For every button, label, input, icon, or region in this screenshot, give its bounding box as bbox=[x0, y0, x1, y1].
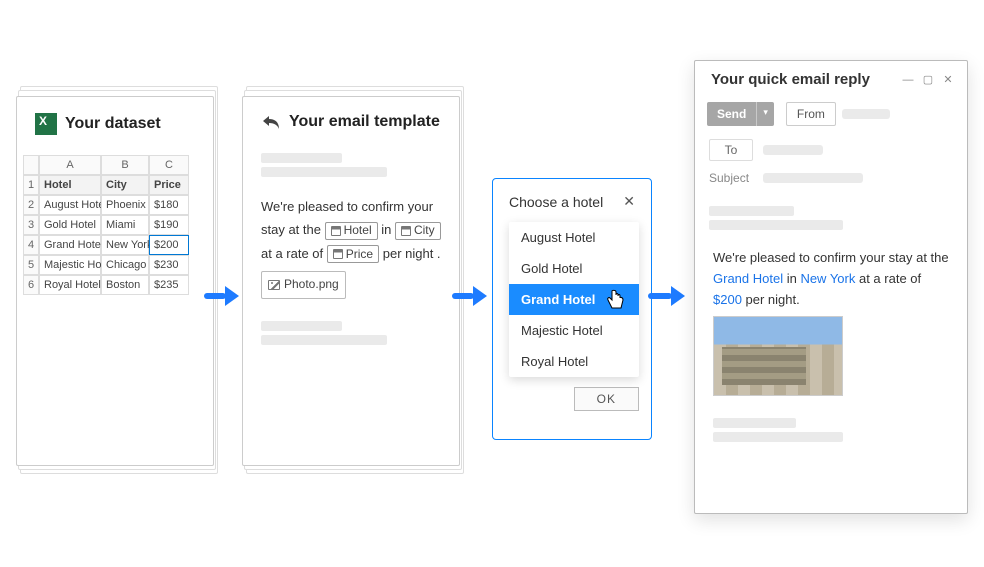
database-icon bbox=[401, 226, 411, 236]
header-price: Price bbox=[149, 175, 189, 195]
field-chip-price[interactable]: Price bbox=[327, 245, 379, 263]
template-text: in bbox=[381, 222, 395, 237]
col-head: B bbox=[101, 155, 149, 175]
cell-price[interactable]: $200 bbox=[149, 235, 189, 255]
arrow-2 bbox=[452, 286, 487, 306]
col-head: C bbox=[149, 155, 189, 175]
image-icon bbox=[268, 280, 280, 290]
dataset-title: Your dataset bbox=[65, 115, 161, 133]
placeholder-bar bbox=[709, 220, 843, 230]
header-hotel: Hotel bbox=[39, 175, 101, 195]
cell-price[interactable]: $180 bbox=[149, 195, 189, 215]
placeholder-bar bbox=[713, 418, 796, 428]
dataset-panel: Your dataset ABC 1HotelCityPrice 2August H… bbox=[16, 96, 214, 466]
row-head: 6 bbox=[23, 275, 39, 295]
price-link[interactable]: $200 bbox=[713, 292, 742, 307]
hotel-option[interactable]: August Hotel bbox=[509, 222, 639, 253]
excel-icon bbox=[35, 113, 57, 135]
database-icon bbox=[333, 249, 343, 259]
cell-price[interactable]: $190 bbox=[149, 215, 189, 235]
template-text: at a rate of bbox=[261, 246, 327, 261]
from-value-placeholder bbox=[842, 109, 890, 119]
close-icon[interactable]: ✕ bbox=[619, 191, 639, 212]
email-body-text: at a rate of bbox=[855, 271, 921, 286]
from-button[interactable]: From bbox=[786, 102, 836, 126]
hotel-option[interactable]: Grand Hotel bbox=[509, 284, 639, 315]
placeholder-bar bbox=[709, 206, 794, 216]
hotel-option[interactable]: Royal Hotel bbox=[509, 346, 639, 377]
cell-hotel[interactable]: August Hotel bbox=[39, 195, 101, 215]
template-title: Your email template bbox=[289, 113, 440, 131]
city-link[interactable]: New York bbox=[800, 271, 855, 286]
template-panel: Your email template We're pleased to con… bbox=[242, 96, 460, 466]
subject-value-placeholder bbox=[763, 173, 863, 183]
to-value-placeholder bbox=[763, 145, 823, 155]
cell-city[interactable]: Boston bbox=[101, 275, 149, 295]
hotel-option-list: August HotelGold HotelGrand Hotel Majest… bbox=[509, 222, 639, 377]
field-chip-hotel[interactable]: Hotel bbox=[325, 222, 378, 240]
cell-price[interactable]: $235 bbox=[149, 275, 189, 295]
photo-attachment-chip[interactable]: Photo.png bbox=[261, 271, 346, 299]
cell-price[interactable]: $230 bbox=[149, 255, 189, 275]
choose-hotel-dialog: Choose a hotel ✕ August HotelGold HotelG… bbox=[492, 178, 652, 440]
email-body-text: per night. bbox=[742, 292, 800, 307]
window-title: Your quick email reply bbox=[711, 71, 870, 88]
maximize-icon[interactable]: ▢ bbox=[921, 73, 935, 87]
template-text: per night . bbox=[383, 246, 441, 261]
hotel-photo bbox=[713, 316, 843, 396]
minimize-icon[interactable]: — bbox=[901, 73, 915, 87]
cell-hotel[interactable]: Majestic Hotel bbox=[39, 255, 101, 275]
to-button[interactable]: To bbox=[709, 139, 753, 161]
subject-label: Subject bbox=[709, 171, 753, 185]
row-head: 2 bbox=[23, 195, 39, 215]
row-head: 1 bbox=[23, 175, 39, 195]
header-city: City bbox=[101, 175, 149, 195]
cell-hotel[interactable]: Grand Hotel bbox=[39, 235, 101, 255]
cell-city[interactable]: Miami bbox=[101, 215, 149, 235]
hotel-option[interactable]: Gold Hotel bbox=[509, 253, 639, 284]
email-body-text: in bbox=[783, 271, 800, 286]
placeholder-bar bbox=[261, 321, 342, 331]
cursor-hand-icon bbox=[605, 288, 627, 315]
row-head: 4 bbox=[23, 235, 39, 255]
hotel-link[interactable]: Grand Hotel bbox=[713, 271, 783, 286]
database-icon bbox=[331, 226, 341, 236]
placeholder-bar bbox=[713, 432, 843, 442]
cell-hotel[interactable]: Gold Hotel bbox=[39, 215, 101, 235]
placeholder-bar bbox=[261, 335, 387, 345]
col-head: A bbox=[39, 155, 101, 175]
placeholder-bar bbox=[261, 167, 387, 177]
cell-hotel[interactable]: Royal Hotel bbox=[39, 275, 101, 295]
send-dropdown-icon[interactable]: ▾ bbox=[756, 102, 774, 126]
close-icon[interactable]: ✕ bbox=[941, 73, 955, 87]
placeholder-bar bbox=[261, 153, 342, 163]
email-body-text: We're pleased to confirm your stay at th… bbox=[713, 250, 949, 265]
field-chip-city[interactable]: City bbox=[395, 222, 441, 240]
cell-city[interactable]: New York bbox=[101, 235, 149, 255]
row-head: 3 bbox=[23, 215, 39, 235]
dialog-title: Choose a hotel bbox=[509, 194, 603, 210]
send-button[interactable]: Send ▾ bbox=[707, 102, 774, 126]
row-head: 5 bbox=[23, 255, 39, 275]
arrow-1 bbox=[204, 286, 239, 306]
hotel-option[interactable]: Majestic Hotel bbox=[509, 315, 639, 346]
ok-button[interactable]: OK bbox=[574, 387, 639, 411]
sheet-corner bbox=[23, 155, 39, 175]
reply-icon bbox=[261, 114, 281, 130]
cell-city[interactable]: Chicago bbox=[101, 255, 149, 275]
arrow-3 bbox=[648, 286, 685, 306]
spreadsheet: ABC 1HotelCityPrice 2August HotelPhoenix$1… bbox=[23, 155, 207, 295]
cell-city[interactable]: Phoenix bbox=[101, 195, 149, 215]
email-reply-window: Your quick email reply — ▢ ✕ Send ▾ From… bbox=[694, 60, 968, 514]
